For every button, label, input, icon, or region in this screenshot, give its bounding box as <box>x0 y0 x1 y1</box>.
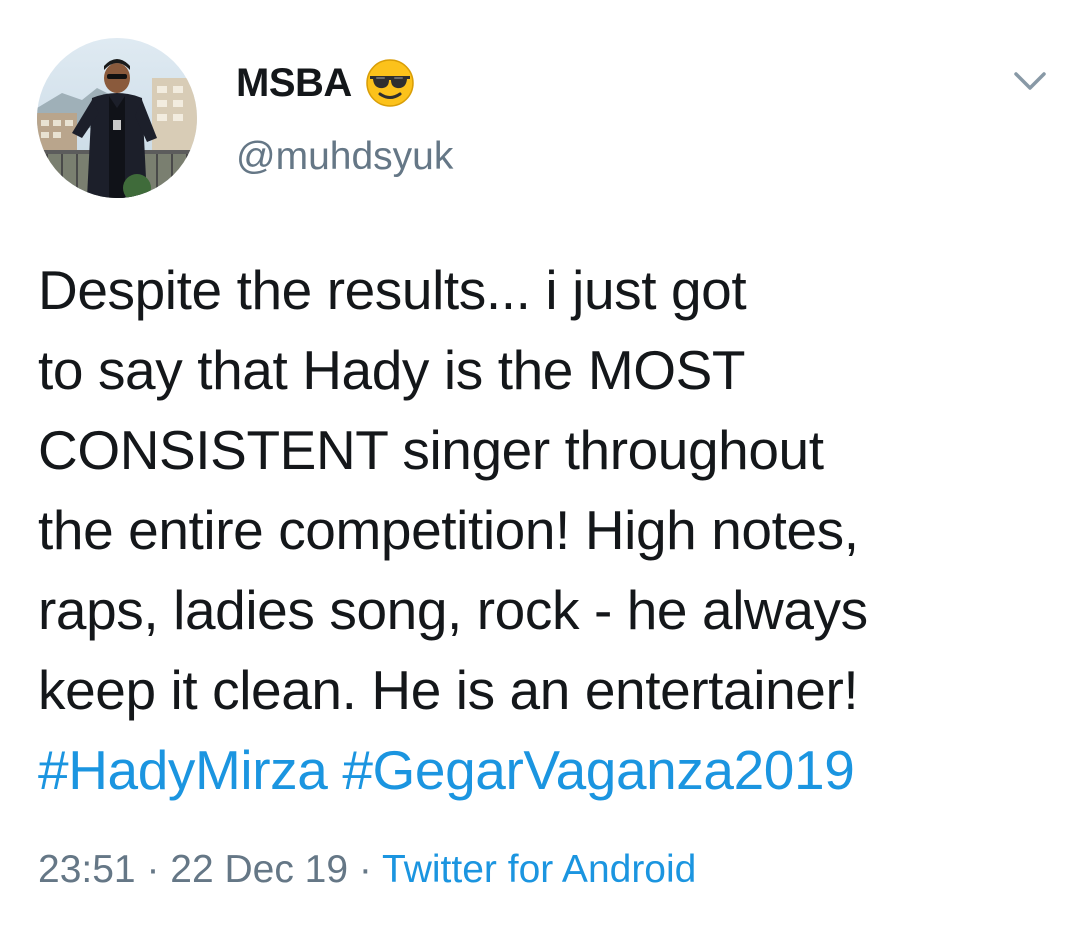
tweet-source-link[interactable]: Twitter for Android <box>382 848 696 891</box>
tweet-date[interactable]: 22 Dec 19 <box>170 848 348 891</box>
tweet-card: MSBA @muhdsyuk Despite the results... i … <box>0 0 1080 925</box>
hashtag-line: #HadyMirza #GegarVaganza2019 <box>38 730 1068 810</box>
tweet-text-line: Despite the results... i just got <box>38 259 747 321</box>
tweet-text-line: CONSISTENT singer throughout <box>38 419 824 481</box>
user-name-row[interactable]: MSBA <box>236 55 416 111</box>
smiling-face-with-sunglasses-icon <box>366 59 414 107</box>
tweet-time[interactable]: 23:51 <box>38 848 136 891</box>
tweet-text: Despite the results... i just got to say… <box>38 250 1068 810</box>
meta-separator: · <box>348 848 383 891</box>
tweet-text-line: the entire competition! High notes, <box>38 499 859 561</box>
tweet-text-line: to say that Hady is the MOST <box>38 339 746 401</box>
tweet-meta: 23:51 · 22 Dec 19 · Twitter for Android <box>38 848 696 892</box>
hashtag-link[interactable]: #GegarVaganza2019 <box>342 739 854 801</box>
hashtag-link[interactable]: #HadyMirza <box>38 739 328 801</box>
tweet-text-line: keep it clean. He is an entertainer! <box>38 659 859 721</box>
meta-separator: · <box>135 848 171 891</box>
chevron-down-icon[interactable] <box>1010 66 1050 96</box>
tweet-text-line: raps, ladies song, rock - he always <box>38 579 868 641</box>
display-name[interactable]: MSBA <box>236 61 352 106</box>
avatar-photo <box>37 38 197 198</box>
avatar[interactable] <box>37 38 197 198</box>
user-handle[interactable]: @muhdsyuk <box>236 135 453 179</box>
